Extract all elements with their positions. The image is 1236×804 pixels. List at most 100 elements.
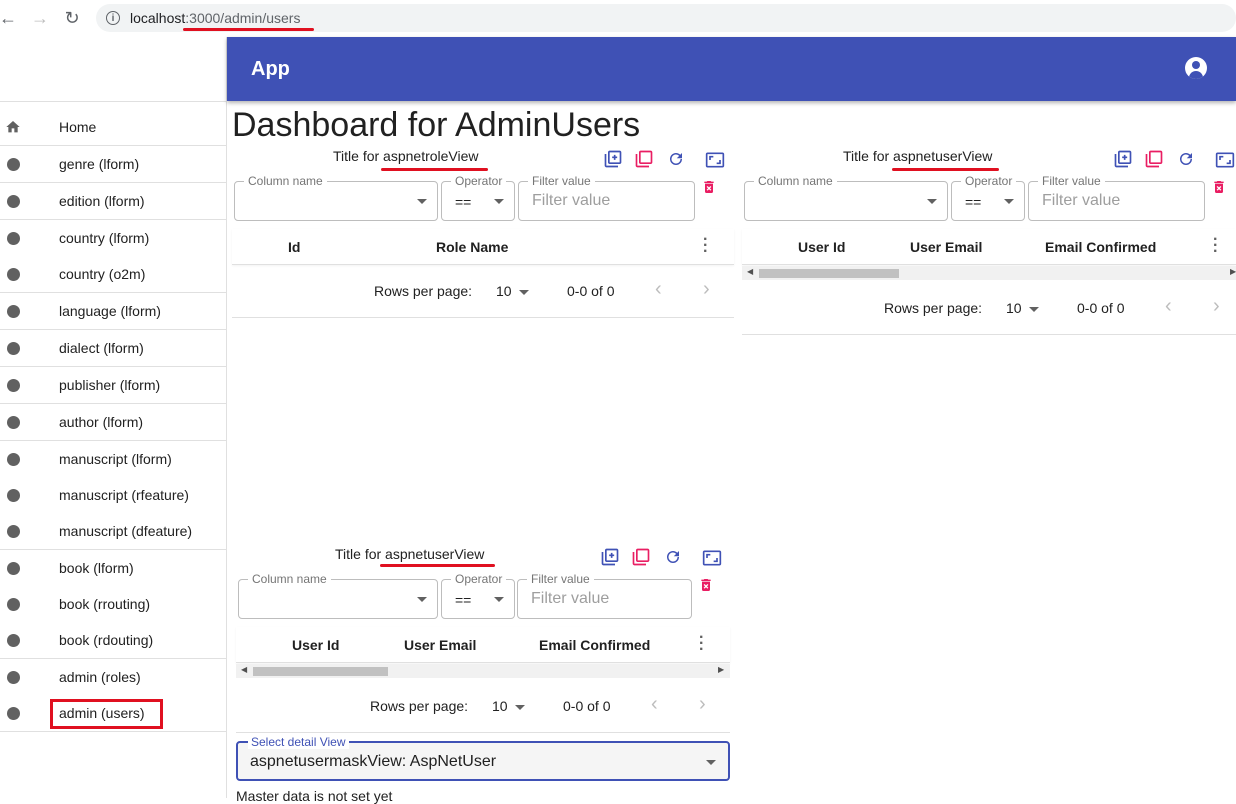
prev-page-icon[interactable]: ‹ <box>651 693 658 716</box>
next-page-icon[interactable]: › <box>699 693 706 716</box>
column-header[interactable]: User Email <box>910 239 982 255</box>
app-title: App <box>251 58 290 80</box>
sidebar-item-book-rdouting[interactable]: book (rdouting) <box>0 622 226 658</box>
operator-select[interactable]: Operator == <box>441 572 515 619</box>
rows-per-page-select[interactable]: 10 <box>496 283 512 299</box>
sidebar-item-manuscript-dfeature[interactable]: manuscript (dfeature) <box>0 513 226 549</box>
prev-page-icon[interactable]: ‹ <box>1165 295 1172 318</box>
pagination-range: 0-0 of 0 <box>567 283 615 299</box>
copy-icon[interactable] <box>633 148 655 170</box>
column-header[interactable]: User Id <box>798 239 845 255</box>
filter-value-input[interactable]: Filter value Filter value <box>517 572 692 619</box>
more-vert-icon[interactable]: · · · <box>1213 232 1218 260</box>
url-annotation-underline <box>183 28 314 31</box>
sidebar-item-label: book (lform) <box>59 560 134 576</box>
sidebar-item-book-rrouting[interactable]: book (rrouting) <box>0 586 226 622</box>
column-header[interactable]: User Id <box>292 637 339 653</box>
home-icon <box>6 121 20 133</box>
column-header[interactable]: User Email <box>404 637 476 653</box>
more-vert-icon[interactable]: · · · <box>699 630 704 658</box>
sidebar-item-dialect[interactable]: dialect (lform) <box>0 330 226 366</box>
sidebar-item-manuscript-lform[interactable]: manuscript (lform) <box>0 441 226 477</box>
sidebar-item-label: language (lform) <box>59 303 161 319</box>
refresh-icon[interactable] <box>662 546 684 568</box>
filter-value-input[interactable]: Filter value Filter value <box>518 174 695 221</box>
column-header[interactable]: Role Name <box>436 239 508 255</box>
delete-filter-icon[interactable] <box>698 176 720 198</box>
sidebar-item-genre[interactable]: genre (lform) <box>0 146 226 182</box>
delete-filter-icon[interactable] <box>695 574 717 596</box>
sidebar-item-label: country (o2m) <box>59 266 146 282</box>
horizontal-scrollbar[interactable]: ◀ ▶ <box>742 266 1236 280</box>
scroll-right-arrow-icon[interactable]: ▶ <box>718 665 724 674</box>
sidebar-item-label: dialect (lform) <box>59 340 144 356</box>
copy-icon[interactable] <box>630 546 652 568</box>
column-name-select[interactable]: Column name <box>234 174 438 221</box>
more-vert-icon[interactable]: · · · <box>703 232 708 260</box>
sidebar-item-label: country (lform) <box>59 230 150 246</box>
operator-select[interactable]: Operator == <box>951 174 1025 221</box>
next-page-icon[interactable]: › <box>1213 295 1220 318</box>
column-header[interactable]: Id <box>288 239 300 255</box>
refresh-icon[interactable] <box>665 148 687 170</box>
rows-per-page-label: Rows per page: <box>374 283 473 299</box>
pagination-range: 0-0 of 0 <box>1077 300 1125 316</box>
fullscreen-icon[interactable] <box>704 149 726 171</box>
rows-per-page-select[interactable]: 10 <box>492 698 508 714</box>
sidebar-item-publisher[interactable]: publisher (lform) <box>0 367 226 403</box>
master-data-note: Master data is not set yet <box>236 788 393 804</box>
account-circle-icon[interactable] <box>1185 57 1207 79</box>
refresh-icon[interactable] <box>1175 148 1197 170</box>
sidebar-item-edition[interactable]: edition (lform) <box>0 183 226 219</box>
column-header[interactable]: Email Confirmed <box>539 637 650 653</box>
column-name-select[interactable]: Column name <box>238 572 438 619</box>
sidebar-item-language[interactable]: language (lform) <box>0 293 226 329</box>
fullscreen-icon[interactable] <box>701 547 723 569</box>
filter-value-placeholder: Filter value <box>1042 192 1121 209</box>
scroll-left-arrow-icon[interactable]: ◀ <box>241 665 247 674</box>
add-to-library-icon[interactable] <box>599 546 621 568</box>
sidebar-item-admin-roles[interactable]: admin (roles) <box>0 659 226 695</box>
pagination-range: 0-0 of 0 <box>563 698 611 714</box>
circle-icon <box>7 378 20 392</box>
filter-value-input[interactable]: Filter value Filter value <box>1028 174 1205 221</box>
column-name-select[interactable]: Column name <box>744 174 948 221</box>
sidebar-item-author[interactable]: author (lform) <box>0 404 226 440</box>
url-path: :3000/admin/users <box>185 10 301 26</box>
scroll-right-arrow-icon[interactable]: ▶ <box>1230 267 1236 276</box>
rows-per-page-select[interactable]: 10 <box>1006 300 1022 316</box>
copy-icon[interactable] <box>1143 148 1165 170</box>
sidebar-item-manuscript-rfeature[interactable]: manuscript (rfeature) <box>0 477 226 513</box>
column-header[interactable]: Email Confirmed <box>1045 239 1156 255</box>
table-pagination: Rows per page: 10 0-0 of 0 ‹ › <box>742 283 1236 335</box>
sidebar-item-country-lform[interactable]: country (lform) <box>0 220 226 256</box>
info-icon[interactable]: i <box>106 11 120 25</box>
prev-page-icon[interactable]: ‹ <box>655 278 662 301</box>
field-label: Column name <box>244 174 327 188</box>
sidebar-item-country-o2m[interactable]: country (o2m) <box>0 256 226 292</box>
scrollbar-thumb[interactable] <box>759 269 899 278</box>
delete-filter-icon[interactable] <box>1208 176 1230 198</box>
operator-select[interactable]: Operator == <box>441 174 515 221</box>
sidebar-item-home[interactable]: Home <box>0 109 226 145</box>
circle-icon <box>7 452 20 466</box>
reload-icon[interactable]: ↻ <box>60 6 84 30</box>
next-page-icon[interactable]: › <box>703 278 710 301</box>
sidebar-item-book-lform[interactable]: book (lform) <box>0 550 226 586</box>
scroll-left-arrow-icon[interactable]: ◀ <box>747 267 753 276</box>
scrollbar-thumb[interactable] <box>253 667 388 676</box>
field-label: Filter value <box>1038 174 1105 188</box>
horizontal-scrollbar[interactable]: ◀ ▶ <box>236 664 730 678</box>
active-item-annotation-box <box>50 699 163 729</box>
circle-icon <box>7 561 20 575</box>
forward-arrow-icon[interactable]: → <box>28 6 52 30</box>
operator-value: == <box>455 592 472 608</box>
rows-per-page-label: Rows per page: <box>370 698 469 714</box>
sidebar: Home genre (lform) edition (lform) count… <box>0 37 227 798</box>
add-to-library-icon[interactable] <box>1112 148 1134 170</box>
add-to-library-icon[interactable] <box>602 148 624 170</box>
detail-view-select[interactable]: Select detail View aspnetusermaskView: A… <box>236 735 730 781</box>
fullscreen-icon[interactable] <box>1214 149 1236 171</box>
sidebar-item-label: book (rdouting) <box>59 632 154 648</box>
back-arrow-icon[interactable]: ← <box>0 6 20 30</box>
